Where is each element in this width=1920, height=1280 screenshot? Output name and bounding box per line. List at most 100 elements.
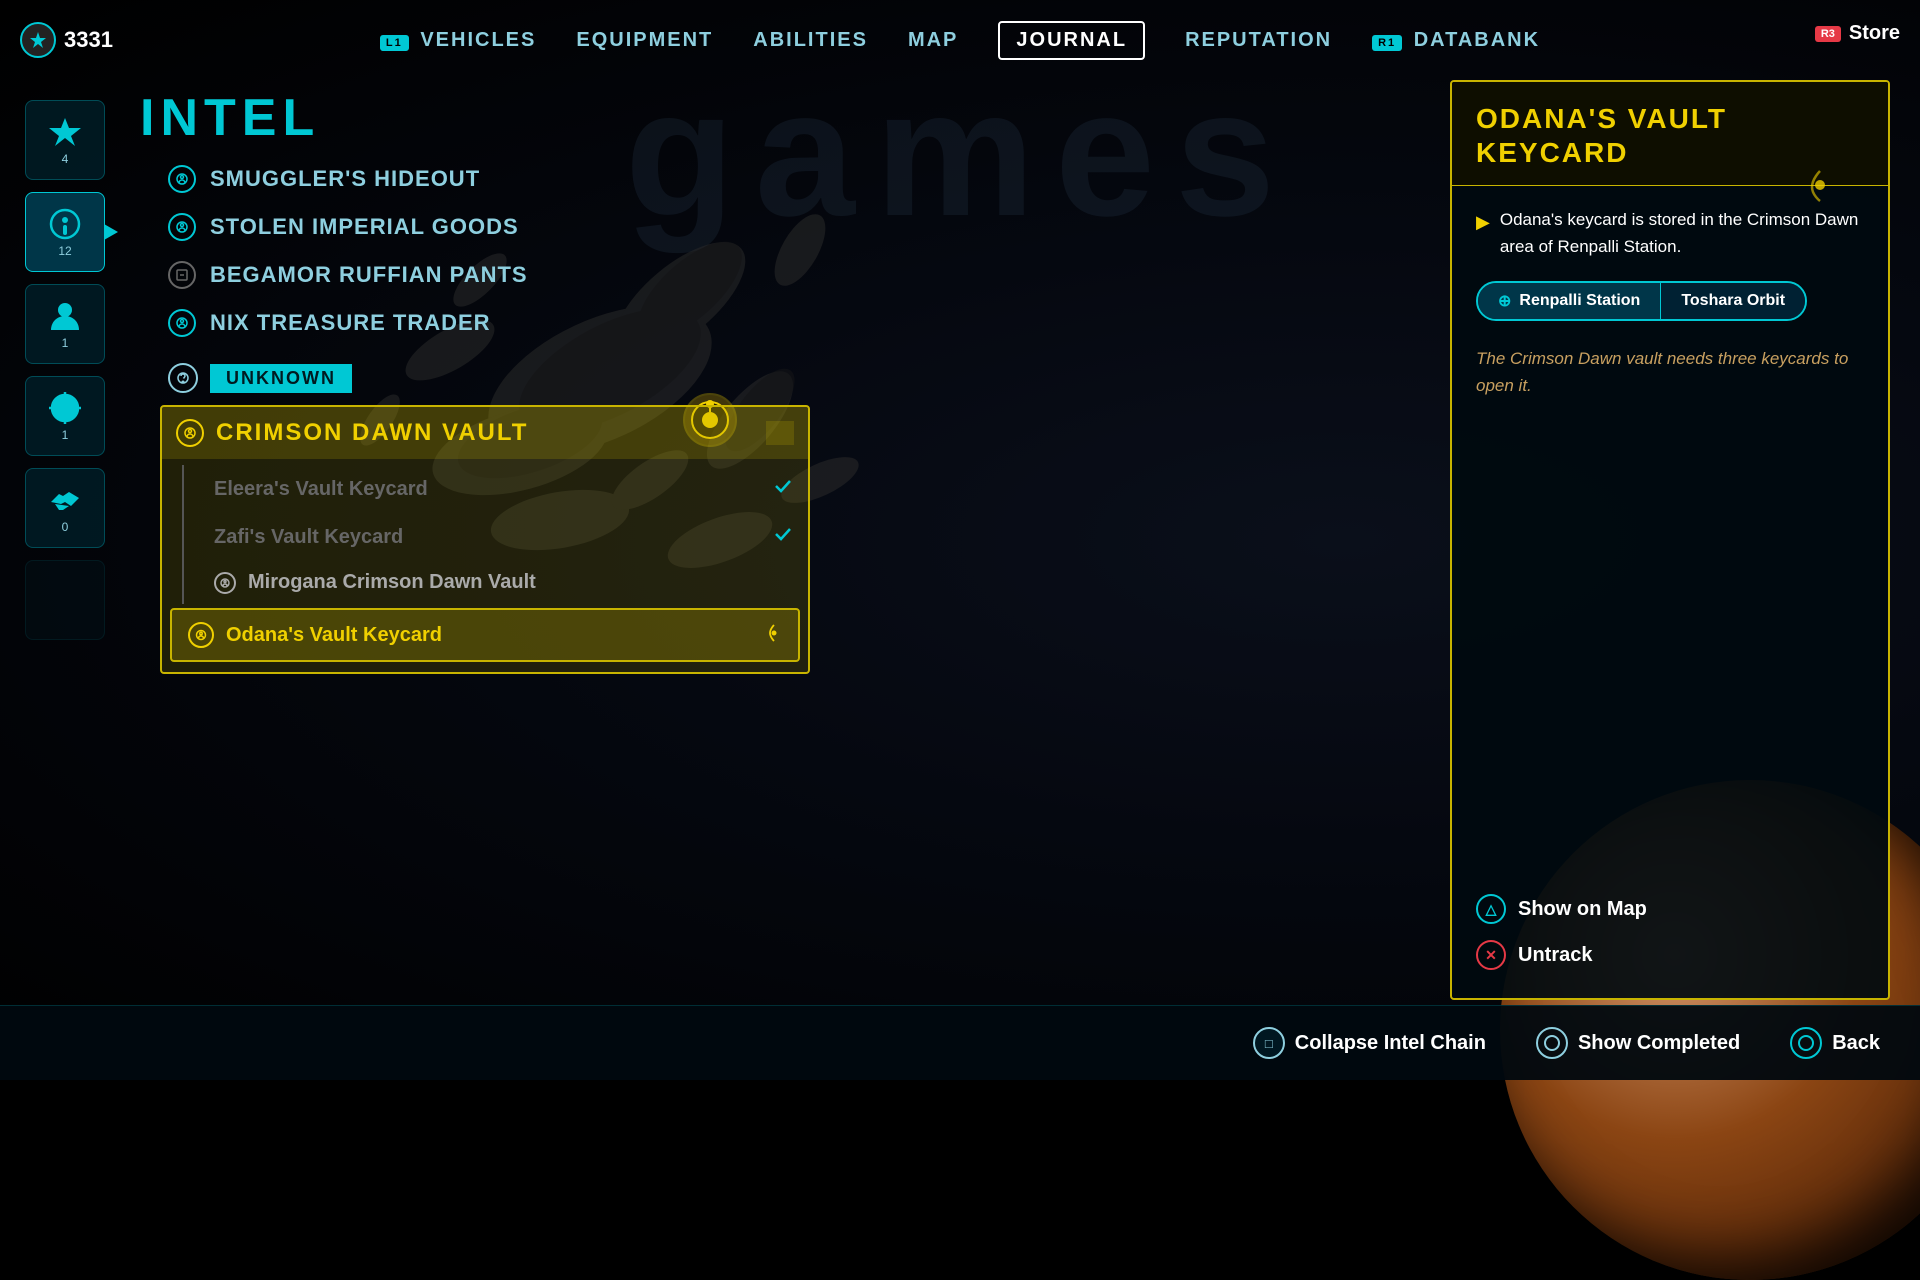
- intel-label-stolen-imperial-goods: STOLEN IMPERIAL GOODS: [210, 214, 519, 240]
- sidebar-icon-target[interactable]: 1: [25, 376, 105, 456]
- action-label-show-on-map: Show on Map: [1518, 898, 1647, 921]
- sidebar-count-intel: 12: [58, 244, 71, 258]
- sidebar-count-person: 1: [62, 336, 69, 350]
- sidebar-count-target: 1: [62, 428, 69, 442]
- track-pin-detail: [1802, 167, 1838, 203]
- bottom-icon-circle-show-completed: [1536, 1027, 1568, 1059]
- sidebar-icon-handshake[interactable]: 0: [25, 468, 105, 548]
- bottom-action-collapse-intel-chain[interactable]: □ Collapse Intel Chain: [1253, 1027, 1486, 1059]
- bottom-action-back[interactable]: Back: [1790, 1027, 1880, 1059]
- flavor-text: The Crimson Dawn vault needs three keyca…: [1476, 345, 1864, 399]
- detail-description-container: ▶ Odana's keycard is stored in the Crims…: [1476, 206, 1864, 260]
- nav-label-journal: JOURNAL: [1016, 29, 1127, 51]
- sidebar-icon-objectives[interactable]: 4: [25, 100, 105, 180]
- intel-item-smugglers-hideout[interactable]: SMUGGLER'S HIDEOUT: [160, 155, 810, 203]
- nav-badge-l1: L1: [380, 35, 409, 51]
- category-icon-unknown: [168, 363, 198, 393]
- sidebar-count-handshake: 0: [62, 520, 69, 534]
- check-icon-eleeras: [772, 475, 794, 503]
- mission-label-crimson-dawn-vault: CRIMSON DAWN VAULT: [216, 419, 528, 447]
- bottom-icon-circle-back: [1790, 1027, 1822, 1059]
- action-label-untrack: Untrack: [1518, 944, 1592, 967]
- detail-title: ODANA'S VAULT KEYCARD: [1476, 102, 1864, 169]
- nav-label-vehicles: VEHICLES: [420, 29, 536, 51]
- nav-item-equipment[interactable]: EQUIPMENT: [576, 29, 713, 52]
- location-tags-container: ⊕ Renpalli Station Toshara Orbit: [1476, 281, 1807, 321]
- sub-item-label-mirogana: Mirogana Crimson Dawn Vault: [248, 571, 536, 594]
- sidebar-icon-extra: [25, 560, 105, 640]
- detail-header: ODANA'S VAULT KEYCARD: [1452, 82, 1888, 186]
- nav-item-vehicles[interactable]: L1 VEHICLES: [380, 29, 536, 52]
- detail-panel: ODANA'S VAULT KEYCARD ▶ Odana's keycard …: [1450, 80, 1890, 1000]
- category-unknown-header: UNKNOWN: [160, 355, 810, 401]
- mission-group-crimson-dawn-vault: CRIMSON DAWN VAULT Eleera's Vault Keycar…: [160, 405, 810, 674]
- sidebar-icon-person[interactable]: 1: [25, 284, 105, 364]
- bottom-action-show-completed[interactable]: Show Completed: [1536, 1027, 1740, 1059]
- nav-label-databank: DATABANK: [1414, 29, 1540, 51]
- detail-description-text: Odana's keycard is stored in the Crimson…: [1500, 206, 1864, 260]
- top-navigation: L1 VEHICLES EQUIPMENT ABILITIES MAP JOUR…: [0, 0, 1920, 80]
- sub-icon-mirogana: [214, 572, 236, 594]
- bottom-bar: □ Collapse Intel Chain Show Completed Ba…: [0, 1005, 1920, 1080]
- location-tag-renpalli-station[interactable]: ⊕ Renpalli Station: [1478, 283, 1660, 319]
- intel-icon-smugglers: [168, 165, 196, 193]
- nav-item-reputation[interactable]: REPUTATION: [1185, 29, 1332, 52]
- intel-item-begamor-ruffian-pants[interactable]: BEGAMOR RUFFIAN PANTS: [160, 251, 810, 299]
- mission-header-crimson-dawn-vault[interactable]: CRIMSON DAWN VAULT: [162, 407, 808, 459]
- action-show-on-map[interactable]: △ Show on Map: [1476, 886, 1864, 932]
- bullet-arrow-icon: ▶: [1476, 208, 1490, 237]
- detail-body: ▶ Odana's keycard is stored in the Crims…: [1452, 186, 1888, 419]
- intel-icon-stolen: [168, 213, 196, 241]
- sub-item-eleeras-vault-keycard[interactable]: Eleera's Vault Keycard: [182, 465, 808, 513]
- nav-items-container: L1 VEHICLES EQUIPMENT ABILITIES MAP JOUR…: [380, 21, 1540, 60]
- sub-item-label-eleeras: Eleera's Vault Keycard: [214, 478, 428, 501]
- mission-sub-items: Eleera's Vault Keycard Zafi's Vault Keyc…: [162, 459, 808, 672]
- mission-track-icon: [766, 421, 794, 445]
- sub-item-label-zafis: Zafi's Vault Keycard: [214, 526, 403, 549]
- sub-item-mirogana-crimson-dawn-vault[interactable]: Mirogana Crimson Dawn Vault: [182, 561, 808, 604]
- nav-item-databank[interactable]: R1 DATABANK: [1372, 29, 1540, 52]
- nav-item-map[interactable]: MAP: [908, 29, 958, 52]
- nav-badge-r1: R1: [1372, 35, 1402, 51]
- intel-list: SMUGGLER'S HIDEOUT STOLEN IMPERIAL GOODS…: [160, 155, 810, 1000]
- detail-actions: △ Show on Map ✕ Untrack: [1476, 886, 1864, 978]
- nav-label-equipment: EQUIPMENT: [576, 29, 713, 51]
- nav-label-abilities: ABILITIES: [753, 29, 868, 51]
- intel-label-smugglers-hideout: SMUGGLER'S HIDEOUT: [210, 166, 480, 192]
- left-sidebar: 4 12 1 1 0: [0, 80, 130, 1020]
- bottom-label-collapse-intel-chain: Collapse Intel Chain: [1295, 1032, 1486, 1055]
- location-tag-label-renpalli: Renpalli Station: [1519, 292, 1640, 310]
- sidebar-count-objectives: 4: [62, 152, 69, 166]
- mission-icon-crimson: [176, 419, 204, 447]
- intel-item-stolen-imperial-goods[interactable]: STOLEN IMPERIAL GOODS: [160, 203, 810, 251]
- intel-icon-nix: [168, 309, 196, 337]
- intel-item-nix-treasure-trader[interactable]: NIX TREASURE TRADER: [160, 299, 810, 347]
- bottom-icon-square: □: [1253, 1027, 1285, 1059]
- sub-item-label-odanas-active: Odana's Vault Keycard: [226, 624, 442, 647]
- sub-icon-odanas-active: [188, 622, 214, 648]
- bottom-label-back: Back: [1832, 1032, 1880, 1055]
- nav-item-abilities[interactable]: ABILITIES: [753, 29, 868, 52]
- bottom-label-show-completed: Show Completed: [1578, 1032, 1740, 1055]
- action-icon-cross: ✕: [1476, 940, 1506, 970]
- sidebar-arrow: [104, 224, 118, 240]
- nav-label-map: MAP: [908, 29, 958, 51]
- intel-label-begamor-ruffian-pants: BEGAMOR RUFFIAN PANTS: [210, 262, 528, 288]
- intel-label-nix-treasure-trader: NIX TREASURE TRADER: [210, 310, 491, 336]
- section-title-area: INTEL: [140, 88, 320, 148]
- location-tag-toshara-orbit[interactable]: Toshara Orbit: [1661, 283, 1805, 319]
- check-icon-zafis: [772, 523, 794, 551]
- action-icon-triangle: △: [1476, 894, 1506, 924]
- location-tag-label-toshara: Toshara Orbit: [1681, 292, 1785, 310]
- sub-item-zafis-vault-keycard[interactable]: Zafi's Vault Keycard: [182, 513, 808, 561]
- nav-label-reputation: REPUTATION: [1185, 29, 1332, 51]
- sub-item-odanas-vault-keycard-active[interactable]: Odana's Vault Keycard: [170, 608, 800, 662]
- category-label-unknown: UNKNOWN: [210, 364, 352, 393]
- sidebar-icon-intel[interactable]: 12: [25, 192, 105, 272]
- action-untrack[interactable]: ✕ Untrack: [1476, 932, 1864, 978]
- track-pin-small: [764, 623, 784, 648]
- loc-icon-renpalli: ⊕: [1498, 291, 1511, 311]
- nav-item-journal[interactable]: JOURNAL: [998, 21, 1145, 60]
- section-title: INTEL: [140, 88, 320, 148]
- intel-icon-begamor: [168, 261, 196, 289]
